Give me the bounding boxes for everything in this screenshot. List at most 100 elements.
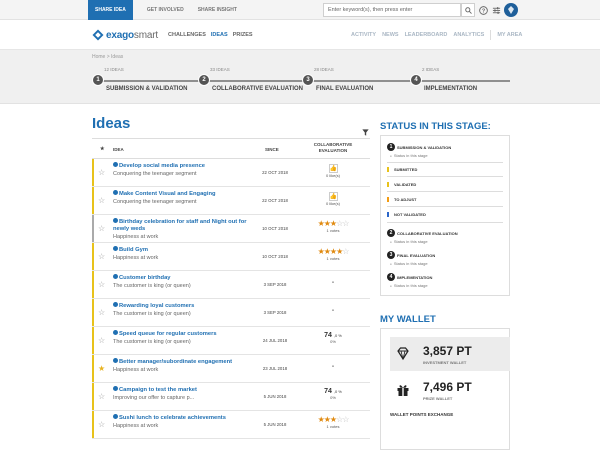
idea-title-link[interactable]: Birthday celebration for staff and Night… [113, 218, 249, 233]
evaluation-sub: 0% [330, 339, 336, 344]
wallet-exchange-link[interactable]: WALLET POINTS EXCHANGE [390, 412, 453, 417]
status-submitted: SUBMITTED [387, 167, 417, 172]
favorite-star-icon[interactable]: ☆ [98, 253, 105, 261]
favorite-star-icon[interactable]: ☆ [98, 197, 105, 205]
get-involved-link[interactable]: GET INVOLVED [147, 7, 184, 13]
thumbs-up-icon[interactable]: 👍 [328, 192, 338, 201]
status-color-bar [92, 327, 94, 354]
stage-progress-bar: Home > Ideas 12 IDEAS 1 SUBMISSION & VAL… [0, 50, 600, 104]
nav-leaderboard[interactable]: LEADERBOARD [405, 32, 448, 40]
favorite-star-icon[interactable]: ☆ [98, 169, 105, 177]
table-row[interactable]: ☆ Speed queue for regular customers The cu… [92, 327, 370, 355]
header-star[interactable]: ★ [100, 146, 104, 152]
idea-since-date: 3 SEP 2018 [263, 282, 287, 287]
thumbs-up-icon[interactable]: 👍 [328, 164, 338, 173]
help-icon[interactable]: ? [478, 5, 488, 15]
idea-title-link[interactable]: Speed queue for regular customers [113, 330, 249, 338]
divider [387, 176, 503, 177]
divider [387, 191, 503, 192]
stage-3[interactable]: 28 IDEAS 3 FINAL EVALUATION [302, 67, 373, 92]
status-stage-3: 3 FINAL EVALUATION [387, 251, 435, 259]
check-icon [113, 274, 118, 279]
idea-since-date: 3 SEP 2018 [263, 310, 287, 315]
stage-2[interactable]: 33 IDEAS 2 COLLABORATIVE EVALUATION [198, 67, 303, 92]
stage-4[interactable]: 2 IDEAS 4 IMPLEMENTATION [410, 67, 477, 92]
status-stage-1: 1 SUBMISSION & VALIDATION [387, 143, 451, 151]
check-icon [113, 386, 118, 391]
investment-wallet[interactable]: 3,857 PT INVESTMENT WALLET [390, 337, 510, 371]
idea-since-date: 22 OCT 2018 [262, 170, 288, 175]
idea-challenge: Happiness at work [113, 234, 159, 240]
status-color-bar [92, 355, 94, 382]
gift-icon [397, 385, 409, 396]
main-navbar: exagosmart CHALLENGES IDEAS PRIZES ACTIV… [0, 20, 600, 50]
check-icon [113, 162, 118, 167]
stage-1[interactable]: 12 IDEAS 1 SUBMISSION & VALIDATION [92, 67, 187, 92]
breadcrumb[interactable]: Home > Ideas [92, 54, 123, 60]
share-insight-link[interactable]: SHARE INSIGHT [198, 7, 237, 13]
idea-challenge: Conquering the teenager segment [113, 171, 197, 177]
table-row[interactable]: ☆ Birthday celebration for staff and Nigh… [92, 215, 370, 243]
idea-title-link[interactable]: Make Content Visual and Engaging [113, 190, 249, 198]
status-title: STATUS IN THIS STAGE: [380, 121, 491, 132]
nav-activity[interactable]: ACTIVITY [351, 32, 376, 40]
search-button[interactable] [461, 3, 475, 17]
idea-title-link[interactable]: Better manager/subordinate engagement [113, 358, 249, 366]
avatar-icon [508, 6, 514, 14]
collab-evaluation-cell: ★★★★☆ 1 votes [310, 248, 356, 262]
share-idea-button[interactable]: SHARE IDEA [88, 0, 133, 20]
table-row[interactable]: ☆ Make Content Visual and Engaging Conquer… [92, 187, 370, 215]
ideas-table: ★ IDEA SINCE COLLABORATIVE EVALUATION ☆ D… [92, 138, 370, 439]
nav-analytics[interactable]: ANALYTICS [453, 32, 484, 40]
nav-prizes[interactable]: PRIZES [233, 32, 253, 38]
idea-title-link[interactable]: Develop social media presence [113, 162, 249, 170]
check-icon [113, 330, 118, 335]
settings-sliders-icon[interactable] [491, 5, 501, 15]
search-input[interactable]: Enter keyword(s), then press enter [323, 3, 461, 17]
table-row[interactable]: ☆ Rewarding loyal customers The customer i… [92, 299, 370, 327]
table-row[interactable]: ★ Better manager/subordinate engagement Ha… [92, 355, 370, 383]
top-bar: SHARE IDEA GET INVOLVED SHARE INSIGHT En… [0, 0, 600, 20]
favorite-star-icon[interactable]: ☆ [98, 393, 105, 401]
favorite-star-icon[interactable]: ☆ [98, 337, 105, 345]
idea-title-link[interactable]: Rewarding loyal customers [113, 302, 249, 310]
favorite-star-icon[interactable]: ★ [98, 365, 105, 373]
idea-challenge: Happiness at work [113, 255, 159, 261]
header-collab-evaluation[interactable]: COLLABORATIVE EVALUATION [310, 142, 356, 154]
idea-title-link[interactable]: Customer birthday [113, 274, 249, 282]
status-color-bar [92, 271, 94, 298]
table-row[interactable]: ☆ Build Gym Happiness at work 10 OCT 2018 ★★… [92, 243, 370, 271]
wallet-panel: 3,857 PT INVESTMENT WALLET 7,496 PT PRIZ… [380, 328, 510, 450]
idea-title-link[interactable]: Campaign to test the market [113, 386, 249, 394]
idea-title-link[interactable]: Build Gym [113, 246, 249, 254]
status-color-bar [92, 411, 94, 438]
status-color-bar [92, 243, 94, 270]
nav-my-area[interactable]: MY AREA [497, 32, 522, 40]
table-row[interactable]: ☆ Develop social media presence Conquering… [92, 159, 370, 187]
votes-count: 1 votes [326, 256, 340, 261]
favorite-star-icon[interactable]: ☆ [98, 281, 105, 289]
no-evaluation: - [332, 308, 334, 314]
user-avatar[interactable] [504, 3, 518, 17]
nav-challenges[interactable]: CHALLENGES [168, 32, 206, 38]
nav-news[interactable]: NEWS [382, 32, 399, 40]
header-idea[interactable]: IDEA [113, 147, 124, 152]
favorite-star-icon[interactable]: ☆ [98, 421, 105, 429]
favorite-star-icon[interactable]: ☆ [98, 225, 105, 233]
table-row[interactable]: ☆ Customer birthday The customer is king (… [92, 271, 370, 299]
page-title: Ideas [92, 115, 131, 132]
stage-count: 33 IDEAS [210, 67, 230, 72]
prize-wallet[interactable]: 7,496 PT PRIZE WALLET [390, 373, 510, 407]
nav-ideas[interactable]: IDEAS [211, 32, 228, 38]
votes-count: 1 votes [326, 424, 340, 429]
idea-since-date: 23 JUL 2018 [262, 366, 288, 371]
stage-number: 2 [198, 74, 210, 86]
idea-title-link[interactable]: Sushi lunch to celebrate achievements [113, 414, 249, 422]
table-row[interactable]: ☆ Campaign to test the market Improving ou… [92, 383, 370, 411]
table-row[interactable]: ☆ Sushi lunch to celebrate achievements Ha… [92, 411, 370, 439]
status-sub: Status in this stage [390, 261, 428, 266]
header-since[interactable]: SINCE [265, 147, 279, 152]
status-stage-4: 4 IMPLEMENTATION [387, 273, 432, 281]
favorite-star-icon[interactable]: ☆ [98, 309, 105, 317]
exagosmart-logo[interactable]: exagosmart [92, 29, 158, 41]
